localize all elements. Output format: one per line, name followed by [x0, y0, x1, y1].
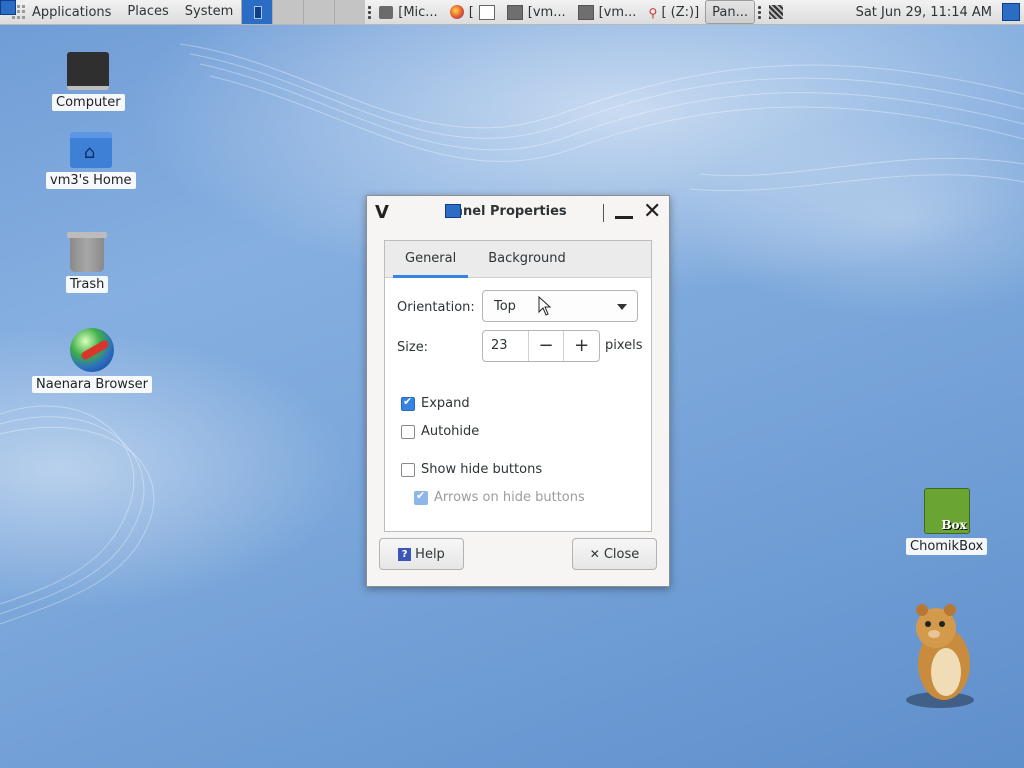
workspace-3[interactable] [303, 0, 335, 24]
terminal-icon [506, 4, 523, 20]
task-panel-properties[interactable]: Pan... [0, 0, 756, 24]
autohide-checkbox[interactable]: Autohide [401, 424, 479, 439]
expand-checkbox[interactable]: Expand [401, 395, 470, 411]
clock[interactable]: Sat Jun 29, 11:14 AM [848, 5, 1000, 20]
desktop-icon-label: Trash [66, 276, 109, 293]
desktop-icon-chomikbox[interactable]: Box ChomikBox [906, 488, 988, 555]
increment-button[interactable]: + [563, 331, 599, 361]
window-menu-icon[interactable]: V [375, 202, 389, 223]
desktop-icon-computer[interactable]: Computer [52, 52, 125, 111]
checkbox-unchecked-icon [401, 424, 415, 439]
panel-icon [445, 204, 461, 218]
desktop-icon-label: vm3's Home [46, 172, 136, 189]
chomikbox-badge: Box [941, 518, 967, 532]
task-files[interactable]: [Mic... [373, 1, 443, 23]
minimize-icon[interactable] [615, 216, 633, 219]
computer-icon [67, 52, 110, 90]
workspace-2[interactable] [272, 0, 304, 24]
trash-icon [67, 232, 108, 272]
desktop-icon-home[interactable]: vm3's Home [46, 132, 136, 189]
chevron-down-icon [617, 304, 627, 310]
size-label: Size: [397, 340, 429, 355]
close-icon: ✕ [589, 547, 600, 561]
help-icon: ? [398, 547, 412, 561]
settings-notebook: General Background Orientation: Top Size… [384, 240, 652, 532]
desktop-icon-label: Computer [52, 94, 125, 111]
orientation-value: Top [494, 299, 516, 314]
task-terminal-2[interactable]: [vm... [572, 1, 643, 23]
task-terminal-1[interactable]: [vm... [501, 1, 572, 23]
mouse-cursor-icon [538, 296, 552, 316]
orientation-label: Orientation: [397, 300, 475, 315]
network-tray-icon[interactable] [769, 5, 784, 19]
size-unit: pixels [605, 338, 643, 353]
checkbox-checked-icon [414, 489, 428, 505]
show-desktop-button[interactable] [1002, 3, 1020, 21]
top-panel: Applications Places System [Mic... [ [vm… [0, 0, 1024, 25]
task-label: [vm... [598, 4, 637, 20]
tab-bar: General Background [385, 241, 651, 278]
desktop-icon-browser[interactable]: Naenara Browser [32, 328, 153, 393]
close-button[interactable]: ✕ Close [572, 538, 657, 570]
dialog-title-text: Panel Properties [445, 204, 567, 219]
dialog-titlebar[interactable]: V Panel Properties ✕ [367, 196, 669, 230]
chomikbox-icon: Box [923, 488, 970, 534]
places-menu[interactable]: Places [119, 0, 176, 24]
pin-icon: ⚲ [648, 5, 658, 20]
checkbox-unchecked-icon [401, 462, 415, 477]
size-input[interactable]: 23 [483, 331, 529, 361]
desktop-icon-label: ChomikBox [906, 538, 988, 555]
arrows-on-hide-buttons-checkbox: Arrows on hide buttons [414, 489, 585, 505]
titlebar-divider [603, 204, 604, 222]
task-drive[interactable]: ⚲ [ (Z:)] [642, 1, 705, 23]
expand-label: Expand [421, 396, 470, 411]
folder-icon [379, 5, 394, 19]
task-label: [ [468, 4, 474, 20]
panel-properties-dialog: V Panel Properties ✕ General Background … [366, 195, 670, 587]
tab-background[interactable]: Background [468, 241, 578, 277]
dialog-title: Panel Properties [445, 204, 567, 219]
browser-icon [449, 5, 464, 19]
help-button-label: Help [415, 546, 445, 562]
close-icon[interactable]: ✕ [643, 198, 661, 226]
workspace-4[interactable] [334, 0, 366, 24]
hamster-mascot-icon [906, 604, 974, 708]
task-label: [Mic... [398, 4, 438, 20]
checkbox-checked-icon [401, 395, 415, 411]
decrement-button[interactable]: − [529, 331, 564, 361]
panel-handle-icon[interactable] [365, 0, 373, 24]
home-folder-icon [69, 132, 112, 168]
desktop-icon-trash[interactable]: Trash [66, 232, 109, 293]
help-button[interactable]: ? Help [379, 538, 464, 570]
workspace-1[interactable] [241, 0, 273, 24]
autohide-label: Autohide [421, 424, 480, 439]
applications-menu[interactable]: Applications [0, 0, 119, 24]
task-label: Pan... [712, 4, 749, 20]
desktop-icon-label: Naenara Browser [32, 376, 153, 393]
show-hide-buttons-label: Show hide buttons [421, 462, 543, 477]
task-browser[interactable]: [ [444, 1, 501, 23]
tab-general[interactable]: General [385, 241, 469, 278]
arrows-on-hide-buttons-label: Arrows on hide buttons [434, 490, 585, 505]
applications-menu-label: Applications [32, 4, 112, 20]
system-menu[interactable]: System [177, 0, 241, 24]
orientation-select[interactable]: Top [482, 290, 638, 322]
globe-icon [70, 328, 115, 372]
size-spinbutton[interactable]: 23 − + [482, 330, 600, 362]
show-hide-buttons-checkbox[interactable]: Show hide buttons [401, 462, 542, 477]
terminal-icon [577, 4, 594, 20]
panel-handle-icon[interactable] [755, 0, 763, 24]
panel-icon [0, 0, 16, 15]
window-icon [478, 4, 495, 20]
close-button-label: Close [603, 546, 640, 562]
task-label: [vm... [527, 4, 566, 20]
task-label: [ (Z:)] [661, 4, 700, 20]
